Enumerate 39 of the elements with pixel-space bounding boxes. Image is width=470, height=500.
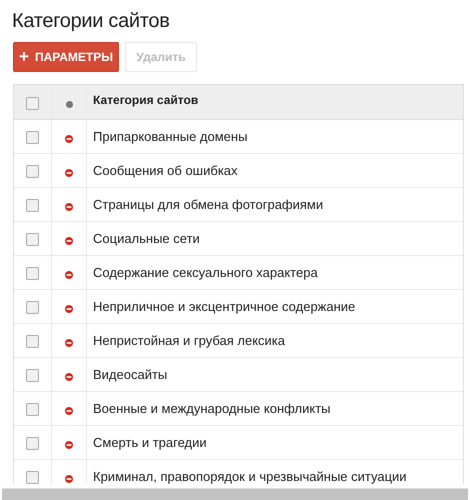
row-checkbox[interactable]: [26, 369, 39, 382]
row-checkbox[interactable]: [26, 165, 39, 178]
row-checkbox[interactable]: [26, 199, 39, 212]
row-checkbox[interactable]: [26, 471, 39, 484]
category-name: Социальные сети: [93, 231, 200, 246]
row-checkbox[interactable]: [26, 437, 39, 450]
category-name: Военные и международные конфликты: [93, 401, 331, 416]
scrollbar[interactable]: [2, 488, 468, 500]
row-checkbox[interactable]: [26, 301, 39, 314]
column-header: Категория сайтов: [93, 93, 198, 107]
category-name: Неприличное и эксцентричное содержание: [93, 299, 356, 314]
select-all-checkbox[interactable]: [26, 96, 39, 110]
blocked-icon: [65, 305, 73, 314]
category-name: Страницы для обмена фотографиями: [93, 197, 324, 212]
blocked-icon: [65, 407, 73, 416]
blocked-icon: [65, 271, 73, 280]
category-name: Видеосайты: [93, 367, 168, 382]
blocked-icon: [65, 475, 73, 484]
category-name: Непристойная и грубая лексика: [93, 333, 285, 348]
row-checkbox[interactable]: [26, 403, 39, 416]
category-name: Содержание сексуального характера: [93, 265, 318, 280]
blocked-icon: [65, 237, 73, 246]
blocked-icon: [65, 339, 73, 348]
blocked-icon: [65, 373, 73, 382]
row-checkbox[interactable]: [26, 233, 39, 246]
row-checkbox[interactable]: [26, 335, 39, 348]
page-title: Категории сайтов: [11, 9, 171, 33]
blocked-icon: [65, 169, 73, 178]
blocked-icon: [65, 135, 73, 144]
category-name: Смерть и трагедии: [93, 435, 207, 450]
category-name: Криминал, правопорядок и чрезвычайные ситуации: [93, 469, 407, 484]
parameters-button[interactable]: + ПАРАМЕТРЫ: [13, 42, 119, 72]
blocked-icon: [65, 203, 73, 212]
row-checkbox[interactable]: [26, 267, 39, 280]
category-name: Сообщения об ошибках: [93, 163, 238, 178]
category-name: Припаркованные домены: [93, 129, 248, 144]
row-checkbox[interactable]: [26, 131, 39, 144]
status-dot-icon: [66, 100, 72, 108]
blocked-icon: [65, 441, 73, 450]
